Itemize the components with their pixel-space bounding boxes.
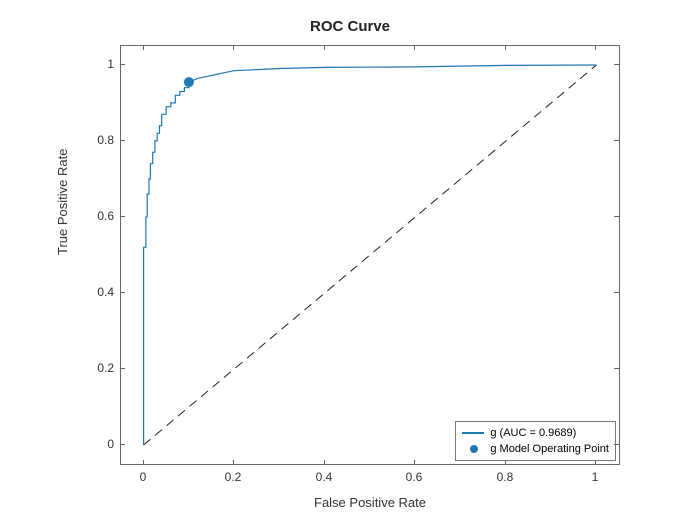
- x-tick-label: 0.6: [394, 470, 434, 484]
- tick-mark: [120, 444, 125, 445]
- y-tick-label: 1: [74, 57, 114, 71]
- chart-title: ROC Curve: [0, 18, 700, 35]
- plot-area: g (AUC = 0.9689) g Model Operating Point: [120, 45, 620, 465]
- y-tick-label: 0.6: [74, 209, 114, 223]
- legend-label: g (AUC = 0.9689): [490, 425, 576, 441]
- tick-mark: [120, 368, 125, 369]
- y-tick-label: 0.4: [74, 285, 114, 299]
- figure: ROC Curve True Positive Rate False Posit…: [0, 0, 700, 525]
- tick-mark: [233, 460, 234, 465]
- tick-mark: [324, 45, 325, 50]
- tick-mark: [120, 140, 125, 141]
- line-swatch-icon: [462, 432, 484, 434]
- x-tick-label: 0.8: [485, 470, 525, 484]
- tick-mark: [414, 45, 415, 50]
- y-tick-label: 0: [74, 437, 114, 451]
- dot-swatch-icon: [462, 443, 484, 455]
- tick-mark: [120, 292, 125, 293]
- x-tick-label: 0: [123, 470, 163, 484]
- tick-mark: [614, 140, 619, 141]
- y-tick-label: 0.2: [74, 361, 114, 375]
- tick-mark: [324, 460, 325, 465]
- operating-point-marker: [184, 77, 194, 87]
- chart-svg: [121, 46, 619, 464]
- tick-mark: [505, 460, 506, 465]
- tick-mark: [614, 292, 619, 293]
- tick-mark: [595, 460, 596, 465]
- y-axis-label: True Positive Rate: [55, 149, 70, 255]
- tick-mark: [505, 45, 506, 50]
- x-axis-label: False Positive Rate: [120, 495, 620, 510]
- tick-mark: [143, 45, 144, 50]
- tick-mark: [143, 460, 144, 465]
- x-tick-label: 1: [575, 470, 615, 484]
- tick-mark: [614, 368, 619, 369]
- tick-mark: [120, 64, 125, 65]
- legend-label: g Model Operating Point: [490, 441, 609, 457]
- tick-mark: [595, 45, 596, 50]
- legend-entry-auc: g (AUC = 0.9689): [462, 425, 609, 441]
- tick-mark: [614, 216, 619, 217]
- legend: g (AUC = 0.9689) g Model Operating Point: [455, 421, 616, 461]
- x-tick-label: 0.2: [213, 470, 253, 484]
- tick-mark: [414, 460, 415, 465]
- diagonal-reference-line: [144, 65, 597, 445]
- y-tick-label: 0.8: [74, 133, 114, 147]
- legend-entry-op-point: g Model Operating Point: [462, 441, 609, 457]
- tick-mark: [614, 64, 619, 65]
- x-tick-label: 0.4: [304, 470, 344, 484]
- tick-mark: [120, 216, 125, 217]
- tick-mark: [614, 444, 619, 445]
- tick-mark: [233, 45, 234, 50]
